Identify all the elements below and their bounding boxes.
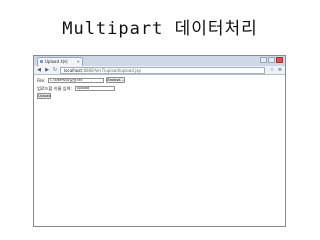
name-label: 업로드할 이름 입력: — [37, 86, 72, 91]
slide-title: Multipart 데이터처리 — [62, 19, 258, 39]
browse-button[interactable]: Browse... — [106, 77, 125, 83]
file-label: File: — [37, 78, 46, 83]
browser-window: Upload 처리 × ◀ ▶ ↻ localhost:8080/Ver7/up… — [33, 55, 286, 227]
submit-row: Upload — [37, 93, 282, 100]
close-tab-icon[interactable]: × — [77, 58, 80, 66]
favicon-icon — [40, 60, 43, 63]
forward-icon[interactable]: ▶ — [44, 67, 50, 73]
reload-icon[interactable]: ↻ — [52, 67, 58, 73]
address-path: :8080/Ver7/upload/upload.jsp — [81, 68, 141, 73]
address-host: localhost — [64, 68, 82, 73]
name-input[interactable]: upload — [75, 86, 115, 91]
close-window-button[interactable] — [276, 57, 283, 63]
page-content: File: C:\Users\파일명.txt Browse... 업로드할 이름… — [37, 77, 282, 101]
back-icon[interactable]: ◀ — [36, 67, 42, 73]
minimize-button[interactable] — [260, 57, 267, 63]
maximize-button[interactable] — [268, 57, 275, 63]
window-controls — [260, 57, 283, 63]
tab-bar: Upload 처리 × — [34, 56, 285, 66]
bookmark-star-icon[interactable]: ☆ — [269, 67, 275, 73]
file-path-field[interactable]: C:\Users\파일명.txt — [48, 78, 104, 83]
upload-button[interactable]: Upload — [37, 93, 51, 99]
browser-toolbar: ◀ ▶ ↻ localhost:8080/Ver7/upload/upload.… — [34, 66, 285, 75]
browser-tab[interactable]: Upload 처리 × — [37, 57, 83, 66]
menu-icon[interactable]: ≡ — [277, 67, 283, 73]
tab-title: Upload 처리 — [45, 59, 68, 64]
file-row: File: C:\Users\파일명.txt Browse... — [37, 77, 282, 84]
address-bar[interactable]: localhost:8080/Ver7/upload/upload.jsp — [60, 67, 265, 74]
name-row: 업로드할 이름 입력: upload — [37, 85, 282, 92]
